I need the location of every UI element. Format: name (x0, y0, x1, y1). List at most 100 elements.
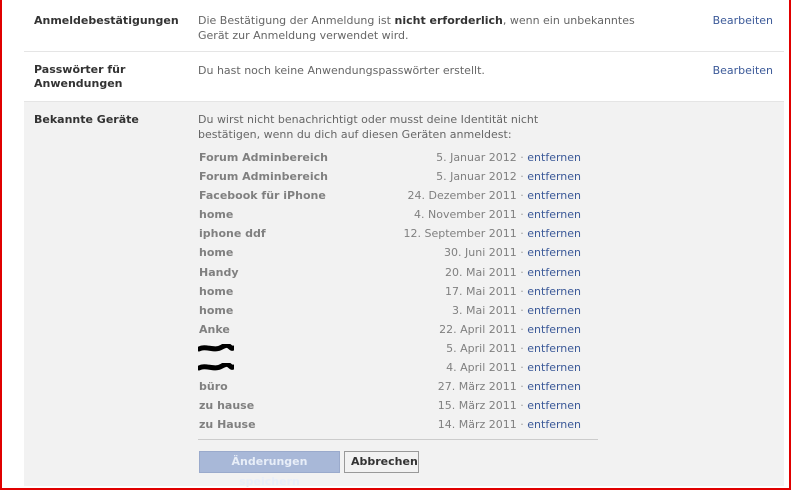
device-name: büro (199, 380, 228, 394)
separator-dot: · (520, 361, 524, 375)
device-name: Handy (199, 265, 239, 279)
login-approvals-edit-link[interactable]: Bearbeiten (713, 14, 773, 27)
device-name: iphone ddf (199, 227, 266, 241)
separator-dot: · (520, 170, 524, 184)
remove-device-link[interactable]: entfernen (527, 151, 581, 164)
known-device-row: Forum Adminbereich 5. Januar 2012 · entfe… (199, 148, 609, 167)
device-date: 5. Januar 2012 (436, 170, 517, 184)
device-name: home (199, 284, 234, 298)
known-device-row: home 3. Mai 2011 · entfernen (199, 301, 609, 320)
remove-device-link[interactable]: entfernen (527, 227, 581, 240)
divider (198, 439, 598, 440)
device-date: 30. Juni 2011 (444, 246, 517, 260)
known-device-row: büro 27. März 2011 · entfernen (199, 377, 609, 396)
device-meta: 17. Mai 2011 · entfernen (445, 282, 581, 301)
security-settings-panel: Anmeldebestätigungen Die Bestätigung der… (24, 0, 784, 488)
app-passwords-row: Passwörter für Anwendungen Du hast noch … (24, 52, 784, 102)
device-name: home (199, 208, 234, 222)
device-meta: 4. November 2011 · entfernen (414, 205, 581, 224)
known-devices-description: Du wirst nicht benachrichtigt oder musst… (198, 113, 539, 141)
device-date: 3. Mai 2011 (451, 303, 517, 317)
device-name: home (199, 246, 234, 260)
known-device-row: 5. April 2011 · entfernen (198, 339, 609, 358)
device-meta: 20. Mai 2011 · entfernen (445, 263, 581, 282)
device-meta: 14. März 2011 · entfernen (438, 415, 581, 434)
known-device-row: Anke 22. April 2011 · entfernen (199, 320, 609, 339)
device-date: 22. April 2011 (439, 322, 517, 336)
separator-dot: · (520, 189, 524, 203)
known-device-row: zu Hause 14. März 2011 · entfernen (199, 415, 609, 434)
app-passwords-label: Passwörter für Anwendungen (34, 63, 126, 90)
remove-device-link[interactable]: entfernen (527, 399, 581, 412)
device-date: 5. Januar 2012 (436, 151, 517, 164)
device-name: Forum Adminbereich (199, 151, 328, 164)
device-meta: 5. April 2011 · entfernen (446, 339, 581, 358)
device-meta: 27. März 2011 · entfernen (438, 377, 581, 396)
login-approvals-row: Anmeldebestätigungen Die Bestätigung der… (24, 0, 784, 52)
remove-device-link[interactable]: entfernen (527, 246, 581, 259)
known-device-row: Facebook für iPhone 24. Dezember 2011 · e… (199, 186, 609, 205)
remove-device-link[interactable]: entfernen (527, 304, 581, 317)
separator-dot: · (520, 284, 524, 298)
remove-device-link[interactable]: entfernen (527, 418, 581, 431)
device-date: 20. Mai 2011 (444, 265, 517, 279)
device-date: 27. März 2011 (437, 380, 517, 394)
separator-dot: · (520, 380, 524, 394)
device-date: 4. April 2011 (446, 361, 517, 375)
login-approvals-desc-text: Die Bestätigung der Anmeldung ist (198, 14, 395, 27)
known-device-row: home 17. Mai 2011 · entfernen (199, 282, 609, 301)
redaction-scribble (198, 343, 234, 352)
remove-device-link[interactable]: entfernen (527, 208, 581, 221)
device-meta: 30. Juni 2011 · entfernen (444, 243, 581, 262)
remove-device-link[interactable]: entfernen (527, 380, 581, 393)
separator-dot: · (520, 399, 524, 413)
device-name: Forum Adminbereich (199, 170, 328, 184)
known-device-row: home 4. November 2011 · entfernen (199, 205, 609, 224)
known-device-row: zu hause 15. März 2011 · entfernen (199, 396, 609, 415)
known-devices-label: Bekannte Geräte (34, 113, 139, 126)
separator-dot: · (520, 265, 524, 279)
app-passwords-edit-link[interactable]: Bearbeiten (713, 64, 773, 77)
separator-dot: · (520, 322, 524, 336)
remove-device-link[interactable]: entfernen (527, 266, 581, 279)
known-device-row: iphone ddf 12. September 2011 · entfernen (199, 224, 609, 243)
remove-device-link[interactable]: entfernen (527, 170, 581, 183)
known-device-row: Handy 20. Mai 2011 · entfernen (199, 263, 609, 282)
known-device-row: home 30. Juni 2011 · entfernen (199, 243, 609, 262)
device-meta: 15. März 2011 · entfernen (438, 396, 581, 415)
remove-device-link[interactable]: entfernen (527, 342, 581, 355)
device-meta: 24. Dezember 2011 · entfernen (408, 186, 581, 205)
device-name: Facebook für iPhone (199, 189, 326, 203)
known-devices-row: Bekannte Geräte Du wirst nicht benachric… (24, 102, 784, 488)
device-date: 15. März 2011 (437, 399, 517, 413)
device-meta: 5. Januar 2012 · entfernen (436, 148, 581, 167)
cancel-button[interactable]: Abbrechen (344, 451, 419, 473)
separator-dot: · (520, 341, 524, 355)
login-approvals-label: Anmeldebestätigungen (34, 14, 179, 27)
known-device-row: Forum Adminbereich 5. Januar 2012 · entfe… (199, 167, 609, 186)
separator-dot: · (520, 151, 524, 164)
device-date: 4. November 2011 (414, 208, 517, 222)
save-changes-button[interactable]: Änderungen speichern (199, 451, 340, 488)
device-meta: 22. April 2011 · entfernen (439, 320, 581, 339)
device-date: 12. September 2011 (403, 227, 517, 241)
remove-device-link[interactable]: entfernen (527, 285, 581, 298)
device-date: 14. März 2011 (437, 418, 517, 432)
screenshot-frame: Anmeldebestätigungen Die Bestätigung der… (0, 0, 791, 490)
login-approvals-description: Die Bestätigung der Anmeldung ist nicht … (198, 13, 648, 43)
app-passwords-description: Du hast noch keine Anwendungspasswörter … (198, 64, 485, 77)
remove-device-link[interactable]: entfernen (527, 323, 581, 336)
device-date: 24. Dezember 2011 (407, 189, 517, 203)
device-date: 5. April 2011 (446, 341, 517, 355)
redaction-scribble (198, 363, 234, 371)
separator-dot: · (520, 246, 524, 260)
device-name: zu hause (199, 399, 255, 413)
remove-device-link[interactable]: entfernen (527, 361, 581, 374)
device-meta: 12. September 2011 · entfernen (403, 224, 581, 243)
remove-device-link[interactable]: entfernen (527, 189, 581, 202)
device-meta: 3. Mai 2011 · entfernen (452, 301, 581, 320)
device-meta: 4. April 2011 · entfernen (446, 358, 581, 377)
device-name: zu Hause (199, 418, 256, 432)
device-date: 17. Mai 2011 (444, 284, 517, 298)
device-meta: 5. Januar 2012 · entfernen (436, 167, 581, 186)
